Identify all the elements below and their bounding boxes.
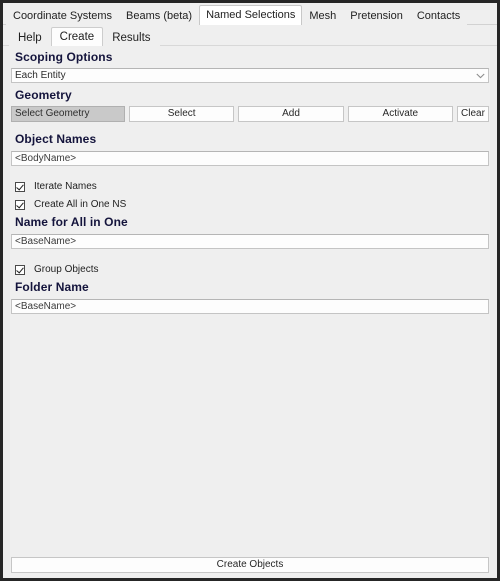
tab-pretension[interactable]: Pretension [343,6,410,25]
geometry-selection-row: Select Geometry Select Add Activate Clea… [11,106,489,122]
tab-beams-beta[interactable]: Beams (beta) [119,6,200,25]
object-names-heading: Object Names [15,132,97,146]
folder-name-heading: Folder Name [15,280,89,294]
tab-contacts[interactable]: Contacts [409,6,468,25]
bottom-action-bar: Create Objects [3,554,497,578]
application-window: Coordinate Systems Beams (beta) Named Se… [0,0,500,581]
folder-name-input[interactable] [11,299,489,314]
name-for-all-in-one-heading: Name for All in One [15,215,128,229]
geometry-heading: Geometry [15,88,72,102]
clear-geometry-button[interactable]: Clear [456,106,489,122]
geometry-selection-display[interactable]: Select Geometry [11,106,125,122]
group-objects-label: Group Objects [34,264,99,275]
object-names-input[interactable] [11,151,489,166]
iterate-names-checkbox[interactable] [15,181,25,192]
tab-named-selections[interactable]: Named Selections [199,5,303,25]
primary-tab-strip: Coordinate Systems Beams (beta) Named Se… [3,3,497,25]
iterate-names-label: Iterate Names [34,181,97,192]
add-geometry-button[interactable]: Add [238,106,344,122]
activate-geometry-button[interactable]: Activate [347,106,453,122]
create-all-in-one-ns-row[interactable]: Create All in One NS [11,198,489,211]
tab-help[interactable]: Help [9,28,51,46]
tab-create[interactable]: Create [50,27,104,46]
group-objects-checkbox[interactable] [15,264,25,275]
name-for-all-in-one-input[interactable] [11,234,489,249]
scoping-options-heading: Scoping Options [15,50,113,64]
group-objects-row[interactable]: Group Objects [11,263,489,276]
create-all-in-one-ns-checkbox[interactable] [15,199,25,210]
tab-mesh[interactable]: Mesh [302,6,344,25]
secondary-tab-strip: Help Create Results [3,25,497,46]
tab-results[interactable]: Results [103,28,160,46]
scoping-options-dropdown[interactable]: Each Entity [11,68,489,83]
scoping-options-selected-value: Each Entity [15,70,66,81]
iterate-names-row[interactable]: Iterate Names [11,180,489,193]
chevron-down-icon [472,73,488,79]
select-geometry-button[interactable]: Select [129,106,235,122]
tab-coordinate-systems[interactable]: Coordinate Systems [6,6,120,25]
create-panel-body: Scoping Options Each Entity Geometry Sel… [3,46,497,554]
create-all-in-one-ns-label: Create All in One NS [34,199,127,210]
create-objects-button[interactable]: Create Objects [11,557,489,573]
